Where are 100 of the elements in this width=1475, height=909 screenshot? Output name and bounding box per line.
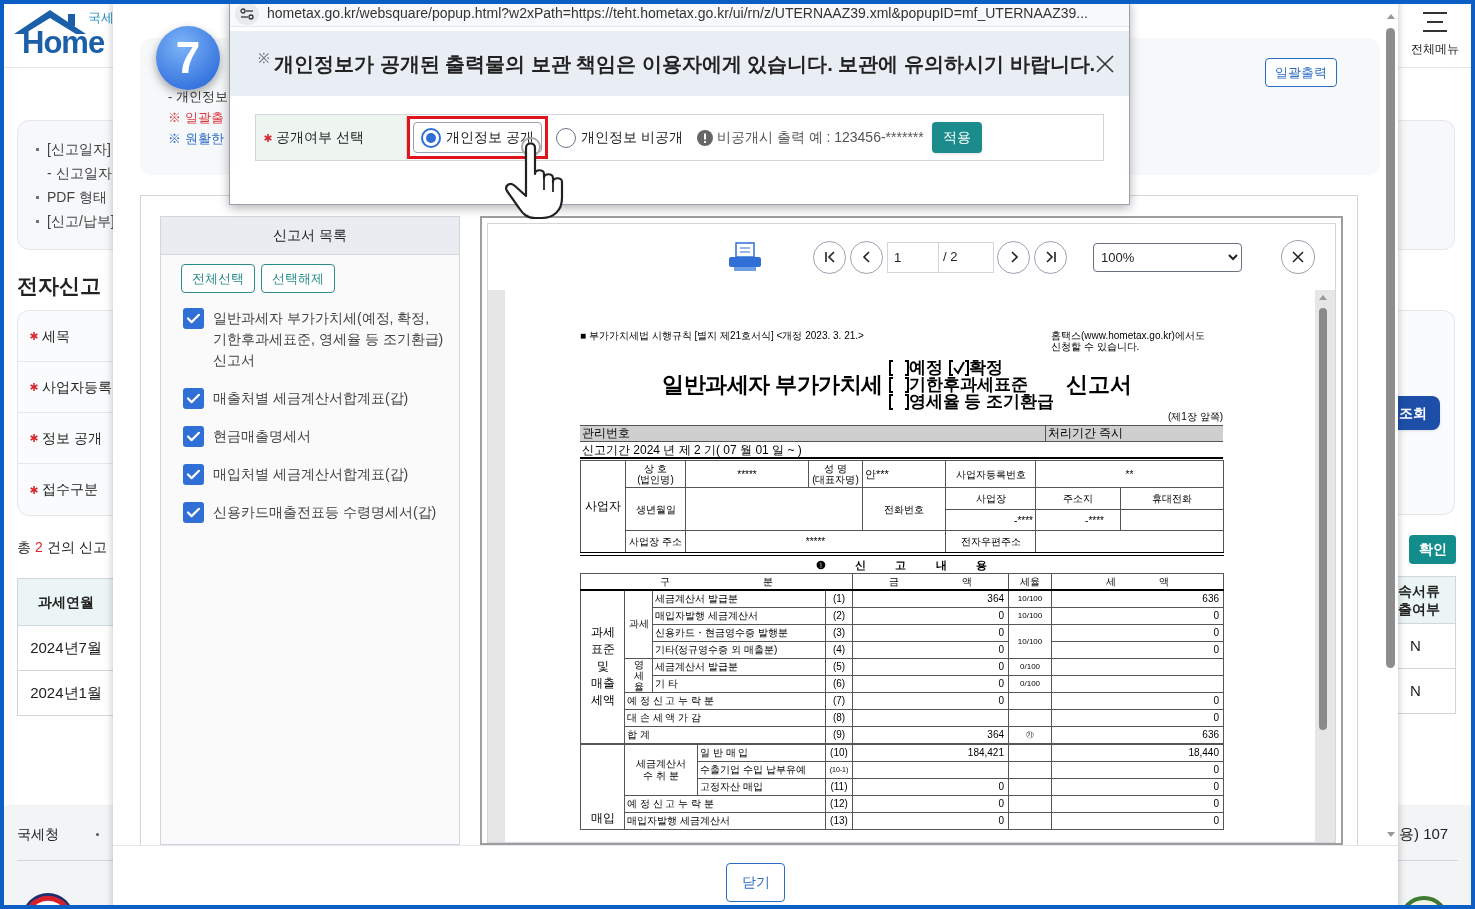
scrollbar-thumb[interactable] [1319,308,1327,730]
close-button[interactable]: 닫기 [726,863,785,902]
group-label: 영세율 [633,658,644,692]
table-cell: 0 [852,607,1009,624]
processing-label: 처리기간 즉시 [1045,426,1223,441]
result-count: 2 [35,538,43,557]
last-page-icon [1043,250,1058,264]
select-button[interactable]: 선택해제 [261,264,335,293]
guide-text: - 신고일자 [47,163,112,183]
table-cell: (11) [825,778,853,795]
row-label: 세금계산서 발급분 [652,590,826,607]
radio-option[interactable]: 개인정보 공개 [413,122,542,153]
bulk-print-button[interactable]: 일괄출력 [1265,58,1337,87]
apply-button[interactable]: 적용 [931,122,982,153]
table-cell: 0 [852,692,1009,709]
table-cell: 0 [852,778,1009,795]
last-page-button[interactable] [1034,240,1067,274]
table-cell: 0 [852,658,1009,675]
table-cell: 전화번호 [862,487,946,531]
form-note: ■ 부가가치세법 시행규칙 [별지 제21호서식] <개정 2023. 3. 21.> [580,330,864,342]
checkbox-label: 신용카드매출전표등 수령명세서(갑) [213,503,438,522]
confirm-button[interactable]: 확인 [1409,535,1456,564]
checkbox[interactable] [183,388,204,409]
site-settings-icon[interactable] [235,2,259,25]
table-cell: 상 호 (법인명) [625,460,686,488]
field-label: 공개여부 선택 [276,128,364,147]
section-title: 전자신고 [17,273,102,299]
info-icon [696,129,713,146]
search-button[interactable]: 조회 [1398,396,1440,430]
result-count-label: 총 [17,538,31,557]
table-cell: 18,440 [1051,744,1224,761]
field-label: 접수구분 [42,480,98,499]
note-text: ※ 일괄출 [168,109,225,127]
menu-icon [1421,11,1448,33]
checkbox[interactable] [183,308,204,329]
table-cell-text: 2024년7월 [29,637,103,658]
close-button[interactable] [1095,52,1116,75]
scroll-down-arrow-icon [1387,832,1395,837]
table-cell: 0 [852,812,1009,829]
table-cell: 0 [1051,692,1224,709]
form-note: 홈택스(www.hometax.go.kr)에서도 신청할 수 있습니다. [1051,330,1206,352]
row-label: 합 계 [624,726,826,743]
guide-text: PDF 형태 [47,187,107,207]
group-label: 과세 [628,618,649,631]
note-text: ※ 원활한 [168,130,225,148]
management-label: 관리번호 [581,426,631,441]
row-label: 대 손 세 액 가 감 [624,709,826,726]
zoom-select[interactable]: 100% [1093,242,1242,272]
close-icon [1095,53,1116,74]
close-viewer-button[interactable] [1281,240,1315,274]
notice-mark: ※ [258,49,270,68]
table-cell: 사업장 [945,487,1036,510]
table-cell: 0 [1051,795,1224,812]
scrollbar-thumb[interactable] [1386,28,1395,668]
checkbox[interactable] [183,502,204,523]
table-cell: 안*** [862,460,946,488]
table-cell: ㉮ [1008,726,1052,743]
column-header: 구 분 [580,573,853,590]
checkbox-label: 매입처별 세금계산서합계표(갑) [213,465,410,484]
guide-text: [신고/납부] [47,211,113,231]
checkbox-label: 매출처별 세금계산서합계표(갑) [213,389,410,408]
next-page-button[interactable] [997,240,1030,274]
column-header: 과세연월 [37,592,95,612]
table-cell: 사업자등록번호 [945,460,1036,488]
row-label: 매입자발행 세금계산서 [652,607,826,624]
row-label: 일 반 매 입 [697,744,826,761]
select-button[interactable]: 전체선택 [181,264,255,293]
table-cell: 성 명 (대표자명) [808,460,863,488]
menu-label[interactable]: 전체메뉴 [1410,40,1459,58]
table-cell: 0 [852,795,1009,812]
guide-text: [신고일자] [47,139,111,159]
document-title: 일반과세자 부가가치세 [662,371,883,399]
table-cell: ***** [685,460,809,488]
table-cell: 636 [1051,590,1224,607]
table-cell: 364 [852,726,1009,743]
checkbox-label: 현금매출명세서 [213,427,312,446]
page-input[interactable]: 1 [887,241,939,273]
row-label: 기타(정규영수증 외 매출분) [652,641,826,658]
page-total: / 2 [939,241,994,273]
row-label: 신용카드・현금영수증 발행분 [652,624,826,641]
table-cell: (10) [825,744,853,761]
table-cell: (6) [825,675,853,692]
first-page-button[interactable] [813,240,846,274]
checkbox[interactable] [183,426,204,447]
table-cell: (4) [825,641,853,658]
radio-option[interactable]: 개인정보 비공개 [553,122,685,153]
table-cell: 주소지 [1035,487,1121,510]
row-label: 세금계산서 발급분 [652,658,826,675]
option-label: 영세율 등 조기환급 [908,393,1055,410]
group-label: 매입 [580,744,625,829]
period-text: 신고기간 2024 년 제 2 기( 07 월 01 일 ~ ) [580,442,1223,459]
note-text: - 개인정보 [168,88,228,106]
checkbox[interactable] [183,464,204,485]
previous-page-button[interactable] [850,240,883,274]
table-cell: 사업자 [580,460,626,554]
field-label: 세목 [42,326,70,346]
table-cell: ** [1035,460,1224,488]
column-header: 세 액 [1051,573,1224,590]
close-icon [1291,250,1305,264]
table-cell: 0 [1051,624,1224,641]
